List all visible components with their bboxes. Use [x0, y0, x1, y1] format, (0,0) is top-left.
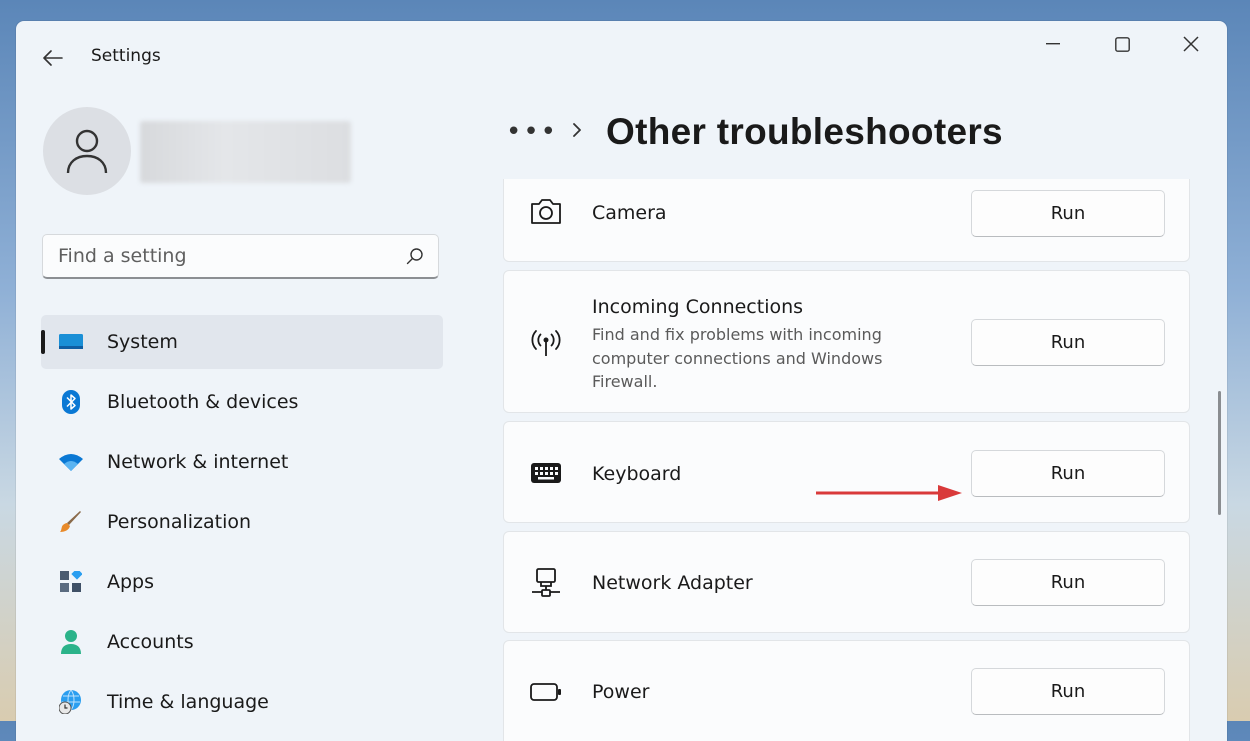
- run-incoming-connections-button[interactable]: Run: [971, 319, 1165, 366]
- settings-window: Settings System Bl: [16, 21, 1227, 741]
- app-title: Settings: [91, 46, 161, 66]
- globe-clock-icon: [59, 690, 83, 714]
- minimize-icon: [1046, 43, 1060, 45]
- sidebar-item-network[interactable]: Network & internet: [41, 435, 443, 489]
- sidebar-item-label: Network & internet: [107, 451, 289, 473]
- network-adapter-icon: [530, 567, 562, 599]
- troubleshooter-description: Find and fix problems with incoming comp…: [592, 325, 883, 391]
- search-box[interactable]: [42, 234, 439, 279]
- breadcrumb-overflow-button[interactable]: •••: [506, 117, 556, 147]
- troubleshooter-list: Camera Run Incoming Connections Find and…: [503, 179, 1190, 741]
- chevron-right-icon: [572, 122, 582, 142]
- maximize-button[interactable]: [1099, 29, 1145, 59]
- account-icon: [59, 630, 83, 654]
- apps-icon: [59, 570, 83, 594]
- troubleshooter-camera: Camera Run: [503, 179, 1190, 262]
- sidebar-item-system[interactable]: System: [41, 315, 443, 369]
- sidebar-item-accounts[interactable]: Accounts: [41, 615, 443, 669]
- sidebar-item-label: Bluetooth & devices: [107, 391, 299, 413]
- run-network-adapter-button[interactable]: Run: [971, 559, 1165, 606]
- close-button[interactable]: [1168, 29, 1214, 59]
- troubleshooter-keyboard: Keyboard Run: [503, 421, 1190, 523]
- troubleshooter-incoming-connections: Incoming Connections Find and fix proble…: [503, 270, 1190, 413]
- avatar[interactable]: [43, 107, 131, 195]
- troubleshooter-title: Incoming Connections: [592, 296, 804, 318]
- title-bar: Settings: [16, 21, 1227, 91]
- scrollbar-thumb[interactable]: [1218, 391, 1221, 515]
- active-indicator: [41, 330, 45, 354]
- antenna-icon: [530, 327, 562, 359]
- search-icon[interactable]: [406, 247, 424, 269]
- troubleshooter-title: Camera: [592, 202, 667, 224]
- minimize-button[interactable]: [1030, 29, 1076, 59]
- sidebar-item-label: Time & language: [107, 691, 269, 713]
- sidebar-item-apps[interactable]: Apps: [41, 555, 443, 609]
- blurred-account-name: [140, 121, 351, 183]
- monitor-icon: [59, 330, 83, 354]
- sidebar-nav: System Bluetooth & devices Network & int…: [41, 315, 443, 735]
- user-icon: [66, 129, 108, 174]
- sidebar-item-personalization[interactable]: Personalization: [41, 495, 443, 549]
- troubleshooter-power: Power Run: [503, 640, 1190, 741]
- bluetooth-icon: [59, 390, 83, 414]
- run-power-button[interactable]: Run: [971, 668, 1165, 715]
- page-title: Other troubleshooters: [606, 111, 1003, 152]
- battery-icon: [530, 676, 562, 708]
- troubleshooter-network-adapter: Network Adapter Run: [503, 531, 1190, 633]
- wifi-icon: [59, 450, 83, 474]
- annotation-arrow: [816, 485, 962, 501]
- sidebar-item-label: Personalization: [107, 511, 252, 533]
- close-icon: [1183, 36, 1199, 52]
- back-button[interactable]: [38, 43, 68, 73]
- search-input[interactable]: [58, 243, 378, 269]
- breadcrumb: ••• Other troubleshooters: [506, 107, 1003, 157]
- troubleshooter-title: Keyboard: [592, 463, 682, 485]
- run-keyboard-button[interactable]: Run: [971, 450, 1165, 497]
- keyboard-icon: [530, 457, 562, 489]
- camera-icon: [530, 195, 562, 227]
- troubleshooter-title: Network Adapter: [592, 572, 753, 594]
- maximize-icon: [1114, 36, 1130, 52]
- sidebar-item-label: System: [107, 331, 178, 353]
- sidebar-item-label: Apps: [107, 571, 155, 593]
- paintbrush-icon: [59, 510, 83, 534]
- troubleshooter-title: Power: [592, 681, 650, 703]
- back-arrow-icon: [43, 50, 63, 66]
- sidebar-item-label: Accounts: [107, 631, 194, 653]
- sidebar-item-bluetooth[interactable]: Bluetooth & devices: [41, 375, 443, 429]
- run-camera-button[interactable]: Run: [971, 190, 1165, 237]
